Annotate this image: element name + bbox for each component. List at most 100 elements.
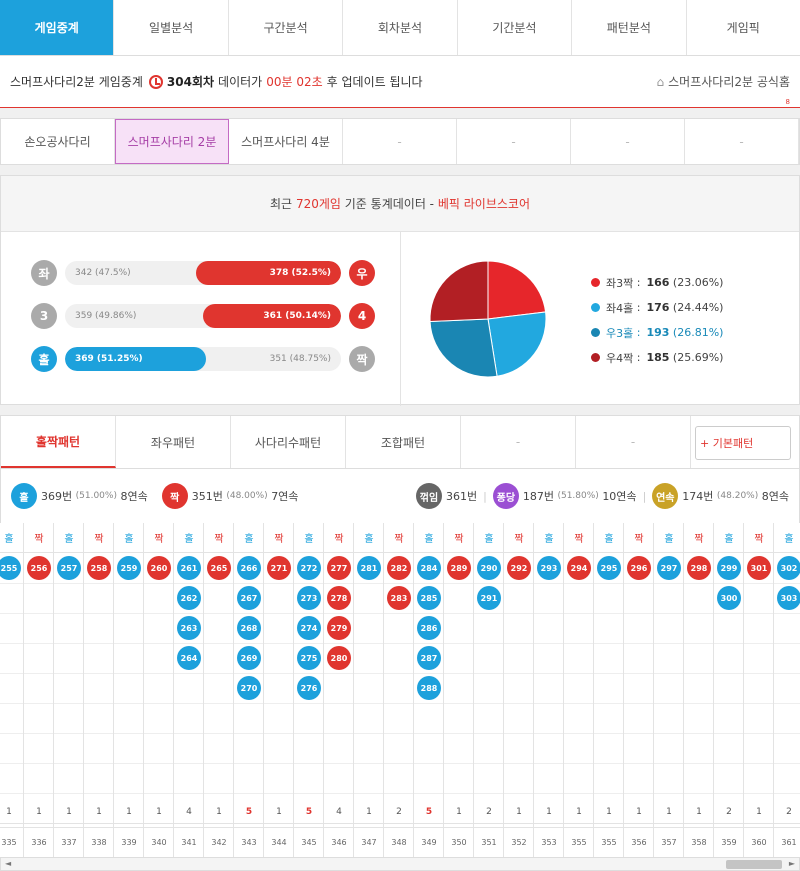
round-ball: 259 [117, 556, 141, 580]
ratio-track: 342 (47.5%) 378 (52.5%) [65, 261, 341, 285]
horizontal-scrollbar[interactable]: ◄ ► [0, 857, 800, 871]
pattern-column: 짝 271 1 344 [263, 523, 294, 857]
round-ball: 273 [297, 586, 321, 610]
tab-round-analysis[interactable]: 회차분석 [343, 0, 458, 55]
pattern-column: 짝 258 1 338 [83, 523, 114, 857]
tab-pattern-analysis[interactable]: 패턴분석 [572, 0, 687, 55]
pattern-column: 짝 298 1 358 [683, 523, 714, 857]
round-ball: 280 [327, 646, 351, 670]
odd-fill-bar: 369 (51.25%) [65, 347, 207, 371]
legend-dot [591, 278, 600, 287]
column-header: 홀 [414, 523, 444, 553]
streak-count: 5 [425, 807, 433, 817]
ratio-track: 369 (51.25%) 351 (48.75%) [65, 347, 341, 371]
even-icon: 짝 [349, 346, 375, 372]
round-number: 343 [234, 827, 264, 857]
pattern-summary: 홀 369번 (51.00%) 8연속 짝 351번 (48.00%) 7연속 … [0, 469, 800, 523]
tab-period-analysis[interactable]: 기간분석 [458, 0, 573, 55]
pattern-column: 홀 293 1 353 [533, 523, 564, 857]
pattern-column: 홀 290 291 2 351 [473, 523, 504, 857]
round-number: 353 [534, 827, 564, 857]
round-ball: 266 [237, 556, 261, 580]
streak-count: 1 [516, 807, 522, 817]
round-ball: 296 [627, 556, 651, 580]
official-home-link[interactable]: ⌂ 스머프사다리2분 공식홈 [657, 73, 790, 90]
round-ball: 302 [777, 556, 800, 580]
round-ball: 301 [747, 556, 771, 580]
pattern-column: 홀 266 267 268 269 270 5 343 [233, 523, 264, 857]
tab-ladder-count-pattern[interactable]: 사다리수패턴 [231, 416, 346, 468]
round-number: 339 [114, 827, 144, 857]
round-number: 335 [0, 827, 24, 857]
round-number: 358 [684, 827, 714, 857]
subtab-smurf-ladder-2min[interactable]: 스머프사다리 2분 [115, 119, 229, 164]
current-round: 304회차 [166, 75, 215, 89]
info-suffix: 후 업데이트 됩니다 [326, 75, 423, 89]
round-number: 349 [414, 827, 444, 857]
round-ball: 263 [177, 616, 201, 640]
round-number: 357 [654, 827, 684, 857]
round-ball: 277 [327, 556, 351, 580]
round-number: 350 [444, 827, 474, 857]
round-ball: 303 [777, 586, 800, 610]
column-header: 짝 [444, 523, 474, 553]
column-header: 홀 [54, 523, 84, 553]
countdown-time: 00분 02초 [266, 75, 323, 89]
streak-count: 1 [36, 807, 42, 817]
pattern-column: 짝 260 1 340 [143, 523, 174, 857]
scroll-left-arrow-icon[interactable]: ◄ [5, 859, 11, 868]
round-ball: 255 [0, 556, 21, 580]
column-header: 홀 [354, 523, 384, 553]
tab-combo-pattern[interactable]: 조합패턴 [346, 416, 461, 468]
tab-left-right-pattern[interactable]: 좌우패턴 [116, 416, 231, 468]
streak-count: 1 [576, 807, 582, 817]
stats-heading: 최근 720게임 기준 통계데이터 - 베픽 라이브스코어 [1, 176, 799, 232]
tab-section-analysis[interactable]: 구간분석 [229, 0, 344, 55]
column-header: 짝 [324, 523, 354, 553]
column-header: 홀 [294, 523, 324, 553]
scroll-thumb[interactable] [726, 860, 782, 869]
round-ball: 274 [297, 616, 321, 640]
round-ball: 298 [687, 556, 711, 580]
column-header: 짝 [204, 523, 234, 553]
round-ball: 276 [297, 676, 321, 700]
tab-odd-even-pattern[interactable]: 홀짝패턴 [1, 416, 116, 468]
streak-count: 1 [216, 807, 222, 817]
tab-game-pick[interactable]: 게임픽 [687, 0, 800, 55]
legend-dot [591, 328, 600, 337]
streak-count: 1 [6, 807, 12, 817]
info-prefix: 스머프사다리2분 게임중계 [10, 75, 143, 89]
pattern-column: 홀 297 1 357 [653, 523, 684, 857]
column-header: 홀 [114, 523, 144, 553]
round-ball: 271 [267, 556, 291, 580]
column-header: 짝 [384, 523, 414, 553]
subtab-sonogong-ladder[interactable]: 손오공사다리 [1, 119, 115, 164]
subtab-empty-2: - [457, 119, 571, 164]
basic-pattern-button[interactable]: + 기본패턴 [695, 426, 791, 460]
pattern-column: 짝 292 1 352 [503, 523, 534, 857]
legend-item: 우3홀 :193 (26.81%) [591, 320, 723, 345]
round-number: 355 [564, 827, 594, 857]
round-ball: 300 [717, 586, 741, 610]
round-number: 341 [174, 827, 204, 857]
streak-count: 1 [546, 807, 552, 817]
pie-slice [429, 318, 498, 378]
column-header: 홀 [594, 523, 624, 553]
subtab-smurf-ladder-4min[interactable]: 스머프사다리 4분 [229, 119, 343, 164]
tab-daily-analysis[interactable]: 일별분석 [114, 0, 229, 55]
pattern-column: 짝 265 1 342 [203, 523, 234, 857]
scroll-right-arrow-icon[interactable]: ► [789, 859, 795, 868]
round-number: 344 [264, 827, 294, 857]
odd-summary: 홀 369번 (51.00%) 8연속 [11, 483, 148, 509]
right-icon: 우 [349, 260, 375, 286]
column-header: 홀 [654, 523, 684, 553]
column-header: 홀 [0, 523, 24, 553]
ratio-bars: 좌 342 (47.5%) 378 (52.5%) 우 3 359 (49.86… [1, 232, 401, 406]
legend-item: 좌4홀 :176 (24.44%) [591, 295, 723, 320]
pattern-column: 홀 295 1 355 [593, 523, 624, 857]
tab-game-live[interactable]: 게임중계 [0, 0, 115, 55]
pattern-column: 홀 259 1 339 [113, 523, 144, 857]
top-navigation: 게임중계 일별분석 구간분석 회차분석 기간분석 패턴분석 게임픽 [0, 0, 800, 56]
streak-count: 1 [636, 807, 642, 817]
subtab-empty-1: - [343, 119, 457, 164]
